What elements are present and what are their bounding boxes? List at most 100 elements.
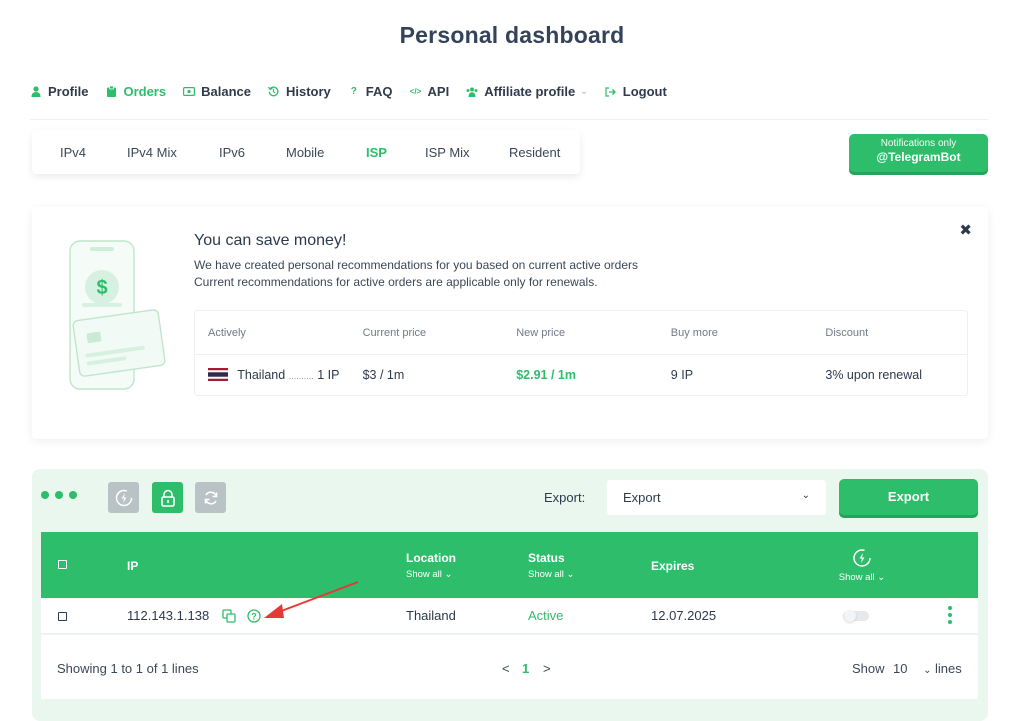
question-icon: ? [350,86,357,97]
status-filter[interactable]: Show all ⌄ [528,569,575,580]
telegram-bot-button[interactable]: Notifications only @TelegramBot [849,134,988,172]
table-row: 112.143.1.138 ? Thailand Active 12.07.20… [41,598,978,634]
row-ip: 112.143.1.138 [127,608,210,623]
save-money-description-2: Current recommendations for active order… [194,275,598,289]
autorenew-filter[interactable]: Show all ⌄ [832,572,892,583]
proxy-type-tabs: IPv4 IPv4 Mix IPv6 Mobile ISP ISP Mix Re… [32,130,580,174]
phone-card-illustration: $ [69,240,166,390]
nav-orders[interactable]: Orders [105,84,166,99]
nav-profile-label: Profile [48,84,89,99]
column-ip: IP [127,559,139,573]
recommendation-country: Thailand [237,368,286,382]
telegram-button-label: @TelegramBot [876,150,961,164]
column-location[interactable]: Location Show all ⌄ [406,551,456,580]
nav-profile[interactable]: Profile [30,84,88,99]
autorenew-toolbar-button[interactable] [108,482,139,513]
next-page-button[interactable]: > [543,661,551,676]
close-icon[interactable]: ✖ [959,221,972,239]
copy-icon[interactable] [222,609,236,626]
lines-label: lines [935,661,962,676]
nav-faq-label: FAQ [365,84,393,99]
header-new-price: New price [516,326,566,339]
showing-summary: Showing 1 to 1 of 1 lines [57,661,199,676]
nav-history-label: History [285,84,331,99]
svg-text:?: ? [251,612,257,622]
help-icon[interactable]: ? [247,609,261,626]
tab-isp-mix[interactable]: ISP Mix [425,145,509,160]
nav-orders-label: Orders [123,84,167,99]
tab-ipv4-mix[interactable]: IPv4 Mix [127,145,219,160]
row-expires: 12.07.2025 [651,608,717,623]
save-money-card: ✖ $ You can save money! We have created … [32,207,988,439]
more-options-dots[interactable] [41,491,83,499]
column-expires: Expires [651,559,695,573]
header-buy-more: Buy more [670,326,718,339]
lock-icon [160,489,175,507]
nav-balance[interactable]: Balance [183,84,251,99]
nav-affiliate-profile[interactable]: Affiliate profile ⌄ [466,84,588,99]
recommendation-current-price: $3 / 1m [362,368,405,382]
nav-faq[interactable]: ? FAQ [348,84,393,99]
header-discount: Discount [825,326,869,339]
export-button[interactable]: Export [839,479,978,515]
header-current-price: Current price [362,326,427,339]
row-location: Thailand [406,608,456,623]
chevron-down-icon: ⌄ [580,86,588,96]
page-title: Personal dashboard [399,22,625,48]
chevron-down-icon: ⌄ [801,490,810,501]
tab-ipv6[interactable]: IPv6 [219,145,286,160]
column-status-label: Status [528,551,565,565]
page-1-button[interactable]: 1 [522,661,529,676]
code-icon: </> [409,87,422,96]
column-location-label: Location [406,551,456,565]
recommendation-row: Thailand .......... 1 IP $3 / 1m $2.91 /… [195,355,967,395]
row-checkbox[interactable] [58,609,67,624]
recommendation-count: 1 IP [317,368,340,382]
location-filter[interactable]: Show all ⌄ [406,569,456,580]
export-format-select[interactable]: Export ⌄ [607,480,826,515]
nav-balance-label: Balance [201,84,251,99]
table-footer: Showing 1 to 1 of 1 lines < 1 > Show 10 … [41,635,978,699]
row-status: Active [528,608,564,623]
chevron-down-icon: ⌄ [923,665,932,676]
nav-logout[interactable]: Logout [605,84,667,99]
recommendation-country-cell: Thailand .......... 1 IP [195,368,350,382]
per-page-value: 10 [893,661,908,676]
user-icon [30,86,42,98]
recommendation-header: Actively Current price New price Buy mor… [195,311,967,355]
save-money-title: You can save money! [194,232,347,249]
select-all-checkbox[interactable] [58,558,67,572]
recommendation-discount: 3% upon renewal [825,368,922,382]
recommendation-dots: .......... [288,371,314,381]
telegram-button-caption: Notifications only [880,138,957,149]
row-actions-menu[interactable] [948,606,954,624]
tab-resident[interactable]: Resident [509,145,579,160]
autorenew-icon [853,549,871,567]
logout-icon [605,86,617,98]
tab-mobile[interactable]: Mobile [286,145,366,160]
autorenew-icon [115,489,132,506]
svg-text:$: $ [96,277,107,299]
refresh-toolbar-button[interactable] [195,482,226,513]
prev-page-button[interactable]: < [502,661,510,676]
recommendation-table: Actively Current price New price Buy mor… [194,310,968,396]
per-page-select[interactable]: 10 ⌄ [893,661,931,676]
history-icon [268,86,280,98]
lock-toolbar-button[interactable] [152,482,183,513]
wallet-icon [183,86,196,98]
orders-panel: Export: Export ⌄ Export IP Location Show… [32,469,988,721]
export-label: Export: [544,490,586,505]
tab-ipv4[interactable]: IPv4 [60,145,127,160]
column-status[interactable]: Status Show all ⌄ [528,551,575,580]
refresh-icon [204,490,217,505]
nav-api[interactable]: </> API [409,84,449,99]
nav-history[interactable]: History [268,84,331,99]
show-label: Show [852,661,885,676]
recommendation-buy-more: 9 IP [670,368,694,382]
main-nav: Profile Orders Balance History ? FAQ </>… [30,82,988,120]
tab-isp[interactable]: ISP [366,145,425,160]
nav-affiliate-label: Affiliate profile [484,84,576,99]
export-select-value: Export [623,490,661,505]
column-autorenew[interactable]: Show all ⌄ [832,548,892,583]
autorenew-toggle[interactable] [843,610,869,622]
